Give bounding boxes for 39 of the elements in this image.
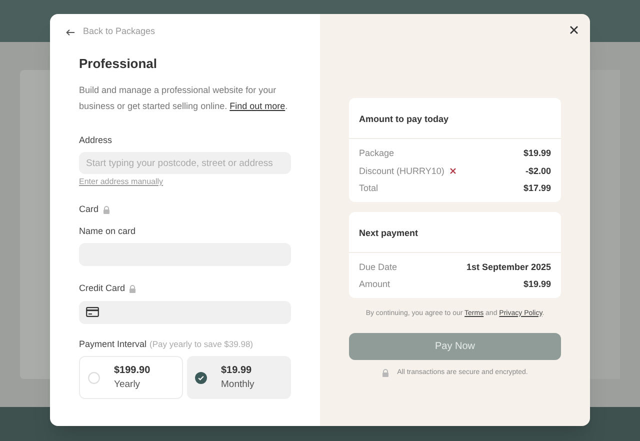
row-value: $19.99: [523, 278, 551, 291]
option-price: $19.99: [221, 364, 253, 378]
card-title: Amount to pay today: [359, 114, 448, 124]
field-label: Credit Card: [79, 282, 126, 295]
card-title: Next payment: [359, 228, 418, 238]
lock-icon: [102, 206, 110, 214]
arrow-left-icon: [66, 28, 75, 36]
payment-option[interactable]: $19.99 Monthly: [187, 356, 291, 399]
credit-card-icon: [86, 307, 99, 317]
field-label: Address: [79, 134, 114, 146]
option-period: Yearly: [114, 378, 142, 392]
row-value: 1st September 2025: [466, 260, 551, 274]
row-label: Due Date: [359, 260, 398, 274]
radio-icon: [88, 372, 100, 384]
payment-option[interactable]: $199.90 Yearly: [79, 356, 183, 399]
row-value: $17.99: [523, 182, 551, 195]
remove-icon[interactable]: [450, 168, 456, 174]
lock-icon: [129, 284, 136, 293]
plan-title: Professional: [79, 55, 158, 73]
row-value: $19.99: [523, 147, 551, 160]
address-field[interactable]: Start typing your postcode, street or address: [79, 152, 291, 174]
option-period: Monthly: [221, 378, 254, 392]
close-icon: [570, 26, 578, 34]
row-value: -$2.00: [525, 164, 551, 178]
savings-hint: (Pay yearly to save $39.98): [150, 338, 254, 350]
row-label: Package: [359, 147, 394, 160]
field-label: Name on card: [79, 224, 137, 238]
lock-icon: [382, 369, 390, 378]
field-label: Payment Interval: [79, 338, 147, 351]
row-label: Amount: [359, 278, 390, 291]
credit-card-field[interactable]: [79, 300, 291, 324]
plan-description: Build and manage a professional website for your business or get started selling online. Find out more.: [79, 84, 289, 113]
option-price: $199.90: [114, 364, 150, 378]
checked-radio-icon: [195, 372, 207, 384]
section-label: Card: [79, 203, 99, 216]
find-out-more-link[interactable]: Find out more: [230, 100, 286, 110]
close-button[interactable]: [568, 24, 580, 36]
row-label: Discount (HURRY10): [359, 164, 444, 178]
row-label: Total: [359, 182, 378, 195]
